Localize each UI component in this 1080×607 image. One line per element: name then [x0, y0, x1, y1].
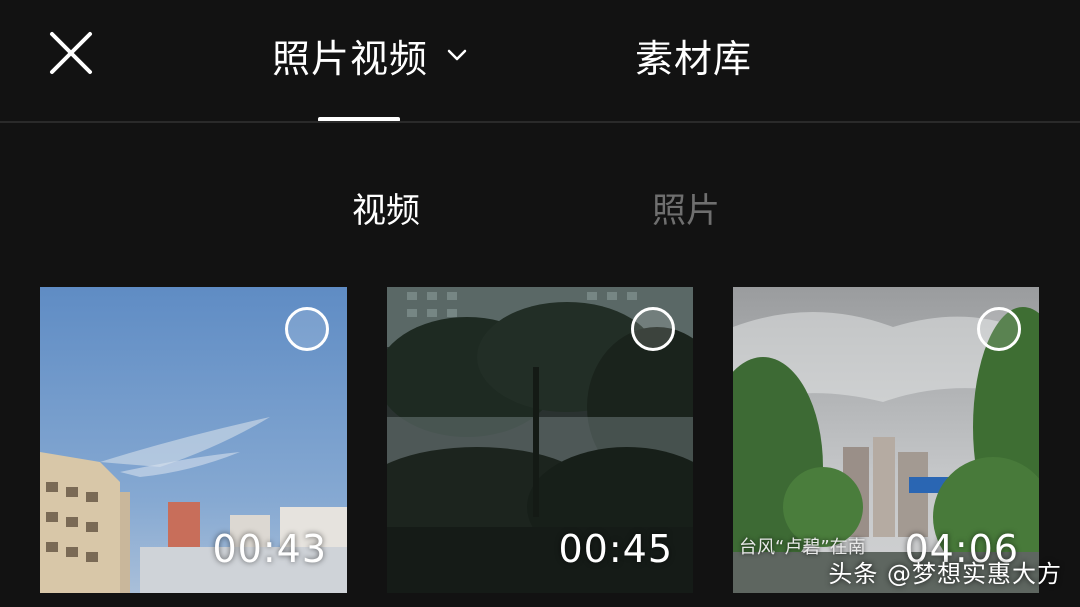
video-duration: 00:45 — [558, 527, 673, 571]
select-checkbox[interactable] — [977, 307, 1021, 351]
chevron-down-icon — [447, 49, 467, 61]
select-checkbox[interactable] — [631, 307, 675, 351]
watermark: 头条 @梦想实惠大方 — [828, 560, 1062, 588]
media-thumbnail-2[interactable]: 00:45 — [387, 287, 693, 593]
header-divider — [0, 121, 1080, 123]
tab-photos-videos[interactable]: 照片视频 — [272, 30, 470, 81]
tab-photos-videos-label: 照片视频 — [272, 36, 429, 81]
video-duration: 00:43 — [212, 527, 327, 571]
close-icon[interactable] — [48, 30, 94, 76]
tab-material-library[interactable]: 素材库 — [635, 30, 753, 81]
tab-material-library-label: 素材库 — [635, 36, 753, 81]
subtab-video[interactable]: 视频 — [352, 183, 420, 232]
subtab-photo[interactable]: 照片 — [652, 183, 720, 232]
media-thumbnail-3[interactable]: 台风“卢碧”在南 04:06 — [733, 287, 1039, 593]
select-checkbox[interactable] — [285, 307, 329, 351]
media-thumbnail-1[interactable]: 00:43 — [40, 287, 347, 593]
top-bar: 照片视频 素材库 — [0, 0, 1080, 122]
